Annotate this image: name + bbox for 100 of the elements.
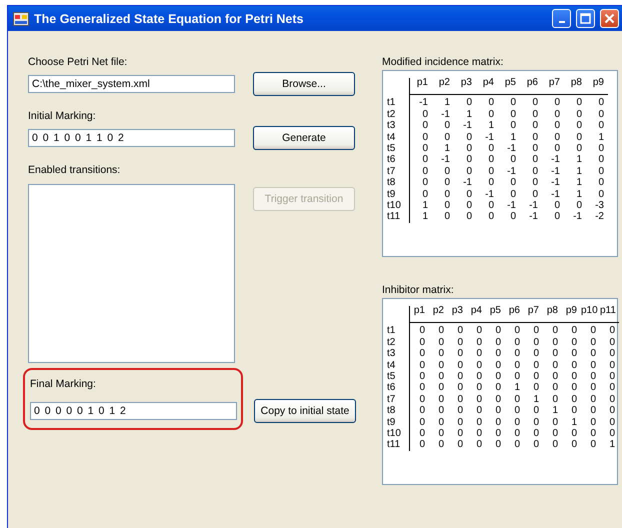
matrix-cell-text: 0 [551, 416, 559, 428]
matrix-cell-text: 0 [532, 439, 540, 451]
matrix-cell-text: 0 [456, 371, 464, 382]
column-header: p8 [570, 77, 583, 88]
matrix-cell-text: 1 [421, 200, 429, 212]
column-header: p3 [460, 77, 473, 88]
matrix-cell-text: 0 [494, 428, 502, 440]
matrix-cell-text: 0 [551, 428, 559, 440]
row-header: t4 [387, 360, 396, 372]
matrix-text-area[interactable] [382, 70, 618, 257]
matrix-cell-text: -1 [418, 97, 429, 109]
matrix-cell-text: 0 [456, 325, 464, 337]
row-header: t9 [387, 188, 396, 200]
matrix-cell-text: 1 [575, 188, 583, 200]
matrix-cell-text: 0 [494, 394, 502, 406]
matrix-cell-text: 0 [494, 336, 502, 348]
push-button[interactable]: Copy to initial state [254, 399, 356, 423]
matrix-cell-text: 0 [443, 166, 451, 178]
matrix-cell-text: 0 [608, 360, 616, 372]
matrix-cell-text: 0 [443, 120, 451, 132]
matrix-cell-text: 0 [487, 108, 495, 120]
matrix-cell-text: 0 [475, 360, 483, 372]
field-label: Final Marking: [30, 378, 97, 392]
matrix-cell-text: 0 [437, 439, 445, 451]
matrix-cell-text: -1 [550, 188, 561, 200]
matrix-text-area[interactable] [382, 298, 618, 485]
maximize-button[interactable] [576, 9, 595, 28]
matrix-cell-text: 0 [589, 382, 597, 394]
matrix-cell-text: 0 [437, 394, 445, 406]
minimize-button[interactable] [552, 9, 571, 28]
matrix-cell-text: 0 [475, 382, 483, 394]
matrix-cell-text: 0 [589, 348, 597, 360]
matrix-cell-text: 0 [475, 394, 483, 406]
matrix-cell-text: 0 [465, 200, 473, 212]
matrix-cell-text: 0 [487, 143, 495, 154]
matrix-cell-text: 0 [531, 97, 539, 109]
matrix-cell-text: 0 [418, 394, 426, 406]
row-header: t4 [387, 132, 396, 144]
matrix-cell-text: 0 [494, 371, 502, 382]
column-header: p6 [526, 77, 539, 88]
matrix-cell-text: 0 [456, 348, 464, 360]
matrix-cell-text: 0 [465, 188, 473, 200]
matrix-cell-text: 0 [513, 348, 521, 360]
matrix-cell-text: -1 [462, 177, 473, 189]
matrix-cell-text: 0 [456, 439, 464, 451]
matrix-cell-text: 0 [553, 108, 561, 120]
matrix-cell-text: 0 [465, 97, 473, 109]
matrix-cell-text: 0 [456, 416, 464, 428]
push-button[interactable]: Generate [253, 126, 355, 150]
matrix-cell-text: 0 [421, 154, 429, 166]
matrix-cell-text: 0 [418, 439, 426, 451]
matrix-cell-text: 0 [437, 348, 445, 360]
marking-field[interactable]: 0 0 1 0 0 1 1 0 2 [28, 129, 235, 147]
matrix-cell-text: 0 [589, 428, 597, 440]
matrix-cell-text: 0 [575, 120, 583, 132]
matrix-cell-text: 0 [443, 132, 451, 144]
matrix-cell-text: 0 [487, 166, 495, 178]
matrix-cell-text: 0 [608, 405, 616, 417]
row-header: t5 [387, 371, 396, 382]
file-path-field[interactable]: C:\the_mixer_system.xml [28, 75, 235, 93]
matrix-cell-text: 0 [553, 97, 561, 109]
transitions-list[interactable] [28, 184, 235, 363]
matrix-cell-text: 0 [597, 97, 605, 109]
matrix-cell-text: 0 [494, 439, 502, 451]
column-header: p8 [546, 305, 559, 316]
matrix-cell-text: -1 [528, 211, 539, 223]
field-label: Choose Petri Net file: [28, 56, 128, 70]
matrix-cell-text: 0 [575, 97, 583, 109]
row-header: t3 [387, 120, 396, 132]
matrix-cell-text: 0 [597, 143, 605, 154]
matrix-cell-text: 0 [553, 211, 561, 223]
matrix-cell-text: 0 [475, 439, 483, 451]
matrix-cell-text: 0 [418, 371, 426, 382]
matrix-cell-text: 0 [513, 360, 521, 372]
matrix-cell-text: 0 [570, 428, 578, 440]
matrix-cell-text: 0 [532, 405, 540, 417]
push-button[interactable]: Browse... [253, 72, 355, 96]
matrix-cell-text: 0 [532, 360, 540, 372]
matrix-cell-text: 0 [532, 382, 540, 394]
marking-field[interactable]: 0 0 0 0 0 1 0 1 2 [30, 402, 237, 420]
matrix-cell-text: 0 [487, 177, 495, 189]
row-header: t10 [387, 428, 402, 440]
matrix-cell-text: 1 [487, 120, 495, 132]
matrix-cell-text: 0 [487, 211, 495, 223]
matrix-cell-text: 0 [551, 360, 559, 372]
matrix-cell-text: 0 [589, 360, 597, 372]
matrix-cell-text: 0 [456, 405, 464, 417]
matrix-cell-text: 0 [494, 348, 502, 360]
close-button[interactable] [600, 9, 619, 28]
matrix-cell-text: 0 [553, 200, 561, 212]
matrix-cell-text: 0 [532, 416, 540, 428]
matrix-cell-text: 0 [589, 439, 597, 451]
matrix-cell-text: 0 [437, 416, 445, 428]
row-header: t3 [387, 348, 396, 360]
matrix-cell-text: 0 [597, 120, 605, 132]
row-header: t7 [387, 166, 396, 178]
matrix-cell-text: 0 [465, 132, 473, 144]
column-header: p1 [412, 305, 426, 316]
matrix-cell-text: 0 [551, 348, 559, 360]
column-header: p9 [592, 77, 605, 88]
